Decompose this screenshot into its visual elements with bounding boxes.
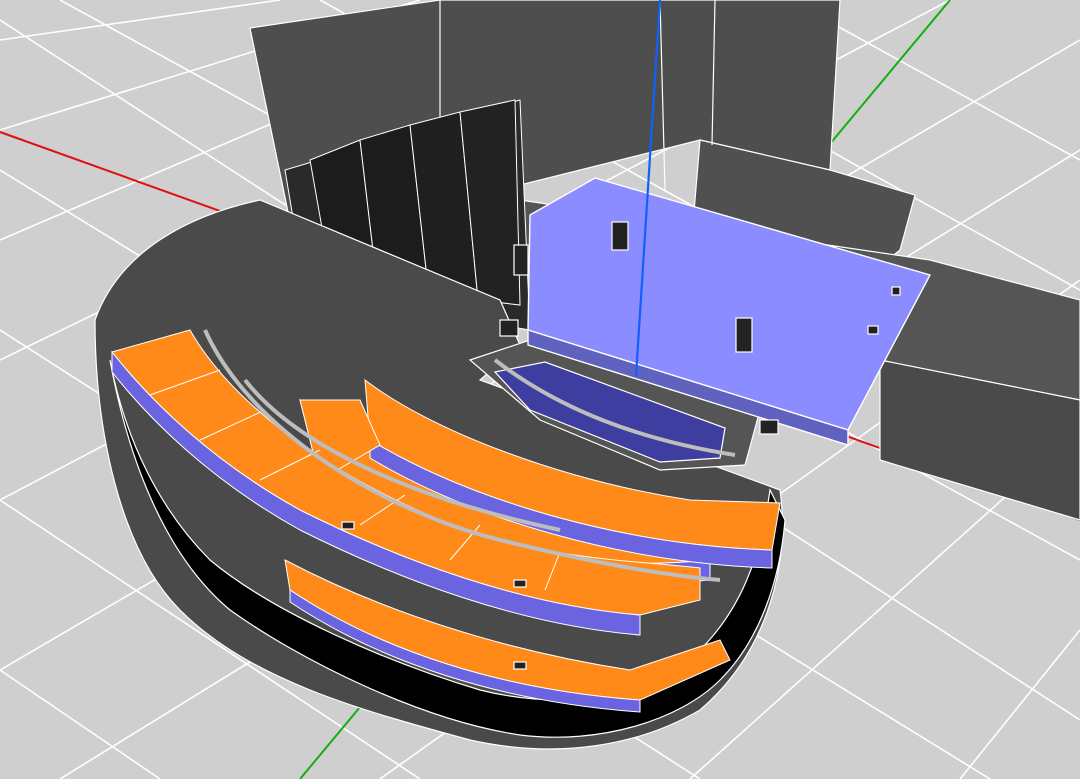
- speaker-icon: [341, 521, 355, 530]
- speaker-icon: [513, 579, 527, 588]
- speaker-icon: [867, 325, 879, 335]
- speaker-icon: [735, 317, 753, 353]
- speaker-icon: [891, 286, 901, 296]
- 3d-viewport[interactable]: [0, 0, 1080, 779]
- speaker-icon: [499, 319, 519, 337]
- auditorium-3d-model[interactable]: [0, 0, 1080, 779]
- speaker-icon: [611, 221, 629, 251]
- speaker-icon: [513, 244, 529, 276]
- speaker-icon: [513, 661, 527, 670]
- speaker-icon: [759, 419, 779, 435]
